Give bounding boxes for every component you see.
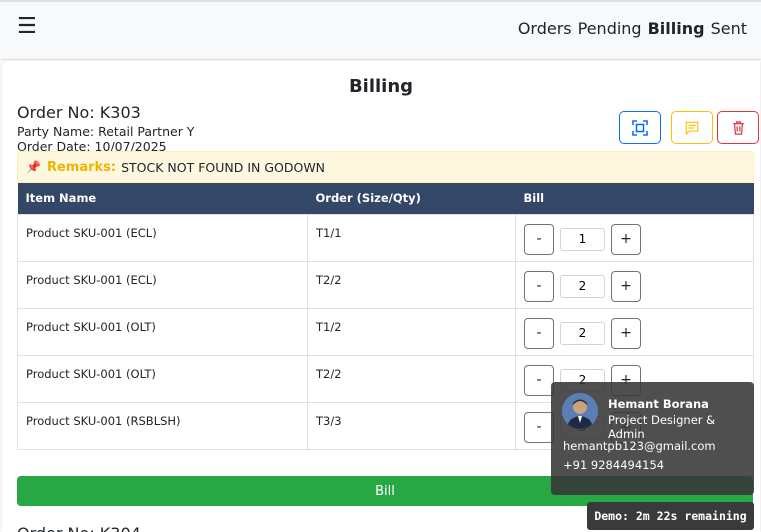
decrement-button[interactable]: - bbox=[524, 364, 554, 396]
table-row: Product SKU-001 (OLT) T1/2 - + bbox=[17, 307, 754, 356]
item-name: Product SKU-001 (OLT) bbox=[17, 354, 308, 403]
tab-pending[interactable]: Pending bbox=[578, 19, 642, 38]
order-size-qty: T2/2 bbox=[307, 260, 516, 309]
header-item-name: Item Name bbox=[17, 183, 308, 214]
order-number: Order No: K303 bbox=[17, 103, 141, 122]
item-name: Product SKU-001 (RSBLSH) bbox=[17, 401, 308, 450]
bill-qty-input[interactable] bbox=[560, 227, 605, 251]
decrement-button[interactable]: - bbox=[524, 223, 554, 255]
quantity-stepper: - + bbox=[524, 223, 753, 255]
tab-orders[interactable]: Orders bbox=[518, 19, 572, 38]
increment-button[interactable]: + bbox=[611, 317, 641, 349]
header-order: Order (Size/Qty) bbox=[307, 183, 516, 214]
header-bill: Bill bbox=[515, 183, 754, 214]
quantity-stepper: - + bbox=[524, 270, 753, 302]
order-size-qty: T1/1 bbox=[307, 213, 516, 262]
order-size-qty: T1/2 bbox=[307, 307, 516, 356]
quantity-stepper: - + bbox=[524, 317, 753, 349]
page-title: Billing bbox=[348, 76, 414, 97]
tab-billing[interactable]: Billing bbox=[648, 19, 705, 38]
remarks-banner: 📌 Remarks: STOCK NOT FOUND IN GODOWN bbox=[17, 151, 754, 183]
hamburger-menu-icon[interactable]: ☰ bbox=[17, 16, 37, 38]
table-row: Product SKU-001 (ECL) T1/1 - + bbox=[17, 213, 754, 262]
remarks-text: STOCK NOT FOUND IN GODOWN bbox=[121, 159, 326, 175]
message-icon bbox=[685, 121, 699, 135]
pin-icon: 📌 bbox=[26, 160, 41, 174]
increment-button[interactable]: + bbox=[611, 223, 641, 255]
remarks-label: Remarks: bbox=[46, 159, 117, 175]
order-size-qty: T3/3 bbox=[307, 401, 516, 450]
increment-button[interactable]: + bbox=[611, 270, 641, 302]
bill-qty-input[interactable] bbox=[560, 274, 605, 298]
contact-phone[interactable]: +91 9284494154 bbox=[563, 458, 664, 472]
bill-qty-input[interactable] bbox=[560, 321, 605, 345]
party-name: Party Name: Retail Partner Y bbox=[17, 124, 195, 139]
tab-sent[interactable]: Sent bbox=[711, 19, 747, 38]
avatar bbox=[562, 393, 598, 429]
order-size-qty: T2/2 bbox=[307, 354, 516, 403]
contact-name: Hemant Borana bbox=[608, 397, 709, 411]
item-name: Product SKU-001 (ECL) bbox=[17, 213, 308, 262]
decrement-button[interactable]: - bbox=[524, 317, 554, 349]
delete-button[interactable] bbox=[717, 111, 759, 144]
scan-button[interactable] bbox=[619, 111, 661, 144]
contact-email[interactable]: hemantpb123@gmail.com bbox=[563, 439, 716, 453]
contact-role: Project Designer & Admin bbox=[608, 413, 716, 441]
decrement-button[interactable]: - bbox=[524, 270, 554, 302]
decrement-button[interactable]: - bbox=[524, 411, 554, 443]
item-name: Product SKU-001 (OLT) bbox=[17, 307, 308, 356]
trash-icon bbox=[732, 120, 744, 135]
next-order-number: Order No: K304 bbox=[17, 524, 141, 532]
message-button[interactable] bbox=[671, 111, 713, 144]
table-row: Product SKU-001 (ECL) T2/2 - + bbox=[17, 260, 754, 309]
top-navbar: ☰ Orders Pending Billing Sent bbox=[0, 0, 761, 60]
scan-icon bbox=[632, 119, 648, 136]
demo-timer-badge: Demo: 2m 22s remaining bbox=[587, 502, 754, 530]
contact-card: Hemant Borana Project Designer & Admin h… bbox=[551, 382, 754, 495]
nav-tabs: Orders Pending Billing Sent bbox=[518, 19, 747, 38]
item-name: Product SKU-001 (ECL) bbox=[17, 260, 308, 309]
user-avatar-icon bbox=[562, 393, 598, 429]
